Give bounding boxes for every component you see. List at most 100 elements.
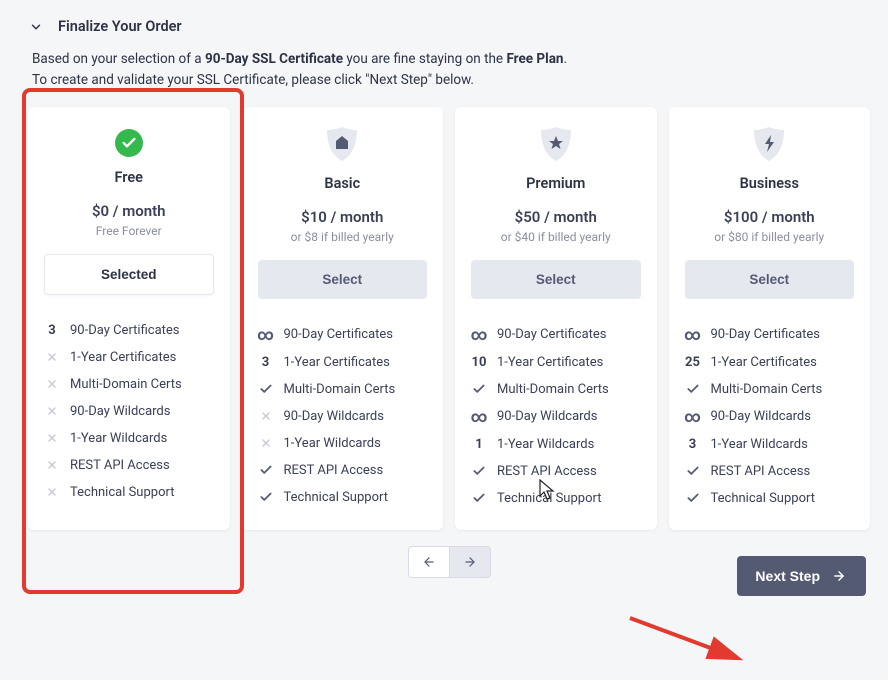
plan-name: Basic xyxy=(258,175,428,192)
plan-price: $50 / month xyxy=(471,208,641,226)
feature-label: 1-Year Wildcards xyxy=(284,436,381,451)
feature-item: ∞ 90-Day Certificates xyxy=(685,321,855,349)
feature-item: ∞ 90-Day Wildcards xyxy=(685,403,855,431)
feature-item: Technical Support xyxy=(685,485,855,512)
infinity-icon: ∞ xyxy=(685,327,701,343)
pager-prev-button[interactable] xyxy=(408,546,450,578)
check-circle-icon xyxy=(115,129,143,157)
plan-card-basic: Basic$10 / monthor $8 if billed yearlySe… xyxy=(242,107,444,530)
feature-item: Multi-Domain Certs xyxy=(258,376,428,403)
cross-icon xyxy=(44,351,60,363)
plan-card-premium: Premium$50 / monthor $40 if billed yearl… xyxy=(455,107,657,530)
feature-item: 10 1-Year Certificates xyxy=(471,349,641,376)
check-icon xyxy=(685,491,701,505)
feature-label: Multi-Domain Certs xyxy=(70,377,182,392)
feature-item: 90-Day Wildcards xyxy=(258,403,428,430)
next-step-label: Next Step xyxy=(755,568,820,584)
plan-card-business: Business$100 / monthor $80 if billed yea… xyxy=(669,107,871,530)
feature-item: 11-Year Wildcards xyxy=(471,431,641,458)
infinity-icon: ∞ xyxy=(471,327,487,343)
feature-label: 1-Year Certificates xyxy=(497,355,603,370)
check-icon xyxy=(685,382,701,396)
next-step-button[interactable]: Next Step xyxy=(737,556,866,596)
plan-select-button[interactable]: Select xyxy=(685,260,855,299)
cross-icon xyxy=(44,405,60,417)
check-icon xyxy=(258,382,274,396)
feature-label: REST API Access xyxy=(497,464,597,479)
feature-label: 90-Day Wildcards xyxy=(284,409,384,424)
feature-label: 90-Day Certificates xyxy=(284,327,394,342)
section-header[interactable]: Finalize Your Order xyxy=(28,18,870,35)
feature-item: Multi-Domain Certs xyxy=(44,371,214,398)
plan-subtext: Free Forever xyxy=(44,224,214,238)
feature-list: ∞ 90-Day Certificates 31-Year Certificates… xyxy=(258,321,428,511)
check-icon xyxy=(471,382,487,396)
check-icon xyxy=(471,491,487,505)
feature-label: 90-Day Wildcards xyxy=(711,409,811,424)
shield-star-icon xyxy=(539,125,573,165)
arrow-right-icon xyxy=(830,569,848,583)
feature-label: Multi-Domain Certs xyxy=(284,382,396,397)
feature-label: 1-Year Certificates xyxy=(70,350,176,365)
feature-list: 390-Day Certificates 1-Year Certificates M… xyxy=(44,317,214,506)
feature-label: 1-Year Wildcards xyxy=(70,431,167,446)
feature-count: 3 xyxy=(258,355,274,370)
feature-count: 3 xyxy=(685,437,701,452)
cross-icon xyxy=(44,486,60,498)
feature-item: Technical Support xyxy=(258,484,428,511)
cross-icon xyxy=(44,432,60,444)
cross-icon xyxy=(258,437,274,449)
check-icon xyxy=(258,463,274,477)
feature-item: ∞ 90-Day Certificates xyxy=(471,321,641,349)
check-icon xyxy=(685,464,701,478)
feature-item: Technical Support xyxy=(44,479,214,506)
feature-item: Multi-Domain Certs xyxy=(471,376,641,403)
feature-label: Multi-Domain Certs xyxy=(497,382,609,397)
cross-icon xyxy=(44,459,60,471)
feature-label: 90-Day Certificates xyxy=(711,327,821,342)
plan-subtext: or $80 if billed yearly xyxy=(685,230,855,244)
feature-label: REST API Access xyxy=(711,464,811,479)
feature-label: Technical Support xyxy=(497,491,601,506)
section-title: Finalize Your Order xyxy=(58,18,182,35)
feature-label: Technical Support xyxy=(70,485,174,500)
infinity-icon: ∞ xyxy=(258,327,274,343)
chevron-down-icon xyxy=(28,19,44,35)
cross-icon xyxy=(44,378,60,390)
feature-label: 1-Year Certificates xyxy=(711,355,817,370)
annotation-arrow xyxy=(620,610,760,670)
feature-item: 31-Year Wildcards xyxy=(685,431,855,458)
feature-item: 1-Year Wildcards xyxy=(44,425,214,452)
feature-label: 90-Day Certificates xyxy=(70,323,180,338)
feature-label: 90-Day Wildcards xyxy=(497,409,597,424)
plan-selected-button: Selected xyxy=(44,254,214,295)
feature-item: REST API Access xyxy=(44,452,214,479)
plan-subtext: or $40 if billed yearly xyxy=(471,230,641,244)
feature-count: 1 xyxy=(471,437,487,452)
plan-price: $10 / month xyxy=(258,208,428,226)
feature-item: 1-Year Certificates xyxy=(44,344,214,371)
plan-select-button[interactable]: Select xyxy=(258,260,428,299)
feature-label: Technical Support xyxy=(711,491,815,506)
feature-item: ∞90-Day Wildcards xyxy=(471,403,641,431)
intro-text: Based on your selection of a 90-Day SSL … xyxy=(32,49,870,91)
pager-next-button[interactable] xyxy=(449,546,491,578)
feature-count: 10 xyxy=(471,355,487,370)
plan-select-button[interactable]: Select xyxy=(471,260,641,299)
feature-label: Multi-Domain Certs xyxy=(711,382,823,397)
feature-item: 31-Year Certificates xyxy=(258,349,428,376)
feature-item: Multi-Domain Certs xyxy=(685,376,855,403)
feature-count: 25 xyxy=(685,355,701,370)
plan-name: Free xyxy=(44,169,214,186)
check-icon xyxy=(471,464,487,478)
feature-item: 25 1-Year Certificates xyxy=(685,349,855,376)
infinity-icon: ∞ xyxy=(685,409,701,425)
feature-label: 90-Day Certificates xyxy=(497,327,607,342)
check-icon xyxy=(258,490,274,504)
feature-item: REST API Access xyxy=(471,458,641,485)
plan-card-free: Free$0 / monthFree ForeverSelected390-Da… xyxy=(28,107,230,530)
feature-item: Technical Support xyxy=(471,485,641,512)
feature-item: 90-Day Wildcards xyxy=(44,398,214,425)
feature-item: 390-Day Certificates xyxy=(44,317,214,344)
feature-item: REST API Access xyxy=(258,457,428,484)
